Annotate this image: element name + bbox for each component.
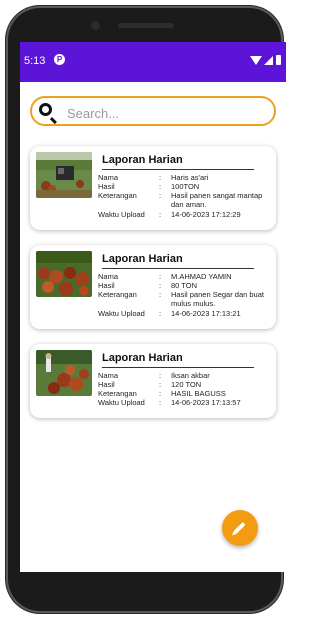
separator: : [159, 191, 162, 200]
separator: : [159, 380, 162, 389]
report-card[interactable]: Laporan Harian Nama: M.AHMAD YAMIN Hasil:… [30, 245, 276, 329]
status-time: 5:13 [24, 55, 46, 67]
report-thumbnail [36, 251, 92, 297]
separator: : [159, 272, 162, 281]
report-card[interactable]: Laporan Harian Nama: Iksan akbar Hasil:12… [30, 344, 276, 418]
label-nama: Nama [98, 371, 119, 380]
app-notification-icon: P [54, 54, 65, 65]
pencil-icon [233, 521, 246, 535]
divider [102, 367, 254, 368]
speaker [118, 23, 174, 28]
value-hasil: 100TON [171, 182, 200, 191]
label-keterangan: Keterangan [98, 290, 137, 299]
search-input[interactable] [65, 101, 269, 125]
label-keterangan: Keterangan [98, 389, 137, 398]
report-thumbnail [36, 350, 92, 396]
report-thumbnail [36, 152, 92, 198]
divider [102, 268, 254, 269]
value-keterangan: HASIL BAGUSS [171, 389, 226, 398]
label-waktu-upload: Waktu Upload [98, 210, 145, 219]
separator: : [159, 309, 162, 318]
value-nama: M.AHMAD YAMIN [171, 272, 232, 281]
app-screen: 5:13 P Laporan Harian Nama:Ha [20, 42, 286, 572]
signal-icon [264, 56, 273, 65]
search-bar[interactable] [30, 96, 276, 126]
search-icon [39, 103, 52, 116]
separator: : [159, 371, 162, 380]
label-nama: Nama [98, 272, 119, 281]
label-nama: Nama [98, 173, 119, 182]
value-hasil: 120 TON [171, 380, 202, 389]
wifi-icon [250, 56, 262, 65]
label-hasil: Hasil [98, 281, 115, 290]
separator: : [159, 398, 162, 407]
separator: : [159, 210, 162, 219]
label-waktu-upload: Waktu Upload [98, 309, 145, 318]
battery-icon [276, 55, 281, 65]
separator: : [159, 281, 162, 290]
card-title: Laporan Harian [102, 253, 183, 265]
value-waktu-upload: 14-06-2023 17:13:21 [171, 309, 241, 318]
value-waktu-upload: 14-06-2023 17:13:57 [171, 398, 241, 407]
label-keterangan: Keterangan [98, 191, 137, 200]
separator: : [159, 389, 162, 398]
card-title: Laporan Harian [102, 154, 183, 166]
add-report-fab[interactable] [222, 510, 258, 546]
value-keterangan: Hasil panen Segar dan buat mulus mulus. [171, 290, 264, 308]
label-waktu-upload: Waktu Upload [98, 398, 145, 407]
camera [91, 21, 100, 30]
value-nama: Haris as'ari [171, 173, 209, 182]
status-bar: 5:13 P [20, 42, 286, 82]
divider [102, 169, 254, 170]
value-nama: Iksan akbar [171, 371, 210, 380]
value-waktu-upload: 14-06-2023 17:12:29 [171, 210, 241, 219]
separator: : [159, 182, 162, 191]
value-keterangan: Hasil panen sangat mantap dan aman. [171, 191, 263, 209]
label-hasil: Hasil [98, 380, 115, 389]
value-hasil: 80 TON [171, 281, 197, 290]
report-card[interactable]: Laporan Harian Nama: Haris as'ari Hasil:1… [30, 146, 276, 230]
label-hasil: Hasil [98, 182, 115, 191]
card-title: Laporan Harian [102, 352, 183, 364]
separator: : [159, 290, 162, 299]
separator: : [159, 173, 162, 182]
